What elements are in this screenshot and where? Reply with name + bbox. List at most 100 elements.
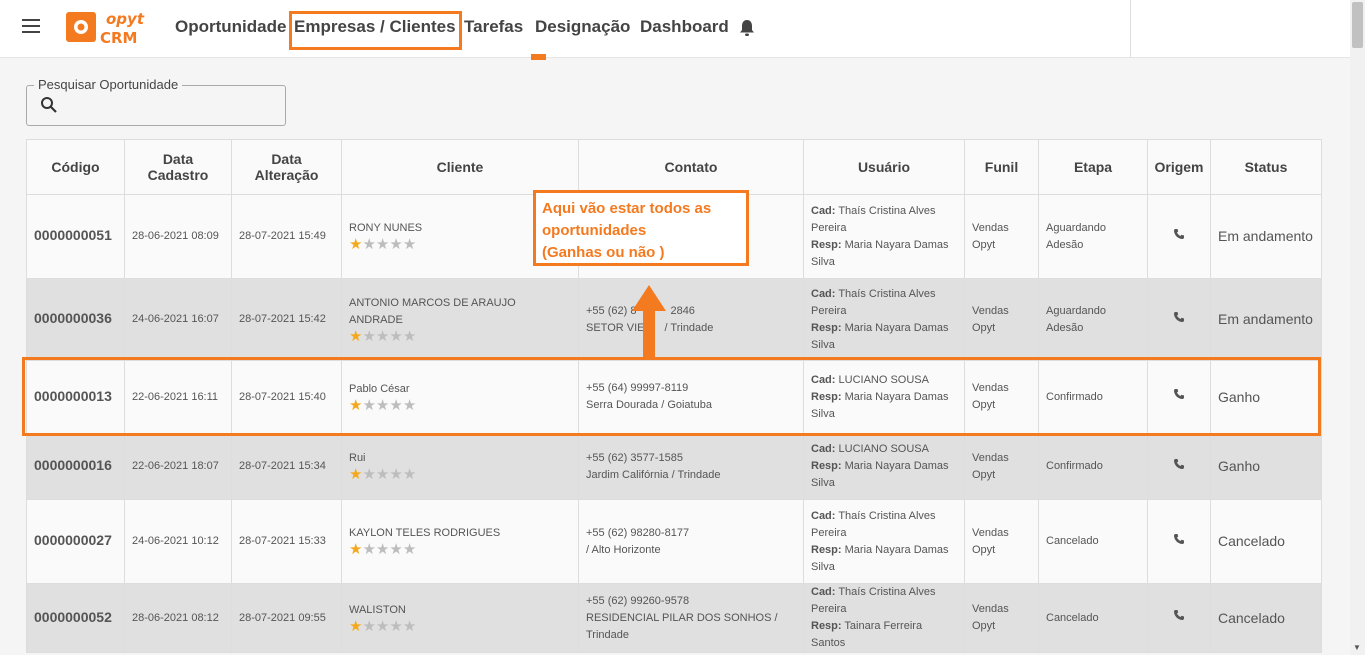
cell-funil: Vendas Opyt [964,499,1039,584]
table-row[interactable]: 0000000036 24-06-2021 16:07 28-07-2021 15:… [26,278,1322,361]
cell-origem [1147,583,1211,653]
nav-dashboard[interactable]: Dashboard [640,17,729,37]
contato-address-end: / Trindade [664,321,714,334]
opyt-crm-logo[interactable]: opyt CRM [66,10,150,46]
star-icon[interactable]: ★ [376,618,389,635]
star-icon[interactable]: ★ [376,466,389,483]
star-icon[interactable]: ★ [403,618,416,635]
contato-phone: +55 (62) 8 [586,304,637,317]
table-row[interactable]: 0000000016 22-06-2021 18:07 28-07-2021 15:… [26,433,1322,500]
cliente-name[interactable]: WALISTON [349,604,406,616]
status-badge: Em andamento [1218,311,1313,327]
header-cliente[interactable]: Cliente [341,139,579,195]
cell-contato: +55 (62) 99260-9578 RESIDENCIAL PILAR DOS… [578,583,804,653]
star-icon[interactable]: ★ [376,328,389,345]
header-data-cadastro[interactable]: Data Cadastro [124,139,232,195]
star-icon[interactable]: ★ [362,618,375,635]
star-icon[interactable]: ★ [376,541,389,558]
nav-oportunidade[interactable]: Oportunidade [175,17,286,37]
header-status[interactable]: Status [1210,139,1322,195]
rating-stars[interactable]: ★★★★★ [349,618,571,635]
star-icon[interactable]: ★ [362,328,375,345]
cell-usuario: Cad: LUCIANO SOUSA Resp: Maria Nayara Dam… [803,433,965,500]
codigo-value[interactable]: 0000000016 [34,457,112,473]
cell-status: Em andamento [1210,194,1322,279]
star-icon[interactable]: ★ [389,328,402,345]
cell-origem [1147,194,1211,279]
codigo-value[interactable]: 0000000036 [34,310,112,326]
cell-data-alteracao: 28-07-2021 15:33 [231,499,342,584]
cell-usuario: Cad: Thaís Cristina Alves Pereira Resp: M… [803,278,965,361]
header-origem[interactable]: Origem [1147,139,1211,195]
star-icon[interactable]: ★ [362,236,375,253]
scrollbar-thumb[interactable] [1352,2,1363,48]
codigo-value[interactable]: 0000000051 [34,227,112,243]
star-icon[interactable]: ★ [403,236,416,253]
header-contato[interactable]: Contato [578,139,804,195]
table-row[interactable]: 0000000027 24-06-2021 10:12 28-07-2021 15:… [26,499,1322,584]
star-icon[interactable]: ★ [376,236,389,253]
star-icon[interactable]: ★ [349,618,362,635]
header-codigo[interactable]: Código [26,139,125,195]
row-highlight-annotation [22,357,1321,436]
phone-icon [1174,228,1184,239]
cell-usuario: Cad: Thaís Cristina Alves Pereira Resp: M… [803,499,965,584]
star-icon[interactable]: ★ [389,466,402,483]
top-bar: opyt CRM Oportunidade Empresas / Cliente… [0,0,1350,58]
cell-cliente: KAYLON TELES RODRIGUES ★★★★★ [341,499,579,584]
star-icon[interactable]: ★ [403,328,416,345]
cliente-name[interactable]: RONY NUNES [349,222,422,234]
cliente-name[interactable]: ANTONIO MARCOS DE ARAUJO ANDRADE [349,297,516,326]
cad-label: Cad: [811,586,836,598]
cell-data-cadastro: 28-06-2021 08:09 [124,194,232,279]
vertical-scrollbar[interactable] [1350,0,1365,655]
header-funil[interactable]: Funil [964,139,1039,195]
cell-cliente: Rui ★★★★★ [341,433,579,500]
star-icon[interactable]: ★ [403,466,416,483]
nav-designacao[interactable]: Designação [535,17,630,37]
star-icon[interactable]: ★ [362,466,375,483]
star-icon[interactable]: ★ [389,618,402,635]
cell-codigo: 0000000051 [26,194,125,279]
cell-etapa: Aguardando Adesão [1038,278,1148,361]
phone-icon [1174,311,1184,322]
cliente-name[interactable]: Rui [349,452,366,464]
header-etapa[interactable]: Etapa [1038,139,1148,195]
cliente-name[interactable]: KAYLON TELES RODRIGUES [349,527,500,539]
codigo-value[interactable]: 0000000027 [34,532,112,548]
star-icon[interactable]: ★ [349,236,362,253]
resp-label: Resp: [811,321,842,334]
nav-highlight-annotation [289,11,462,50]
table-row[interactable]: 0000000052 28-06-2021 08:12 28-07-2021 09:… [26,583,1322,653]
cell-etapa: Cancelado [1038,499,1148,584]
star-icon[interactable]: ★ [349,466,362,483]
status-badge: Cancelado [1218,533,1285,549]
cell-contato: +55 (62) 8 2846 SETOR VIE / Trindade [578,278,804,361]
menu-icon[interactable] [22,19,40,33]
cell-funil: Vendas Opyt [964,194,1039,279]
resp-label: Resp: [811,543,842,556]
bell-icon[interactable] [737,18,757,38]
star-icon[interactable]: ★ [349,328,362,345]
scroll-down-arrow-icon[interactable]: ▼ [1353,643,1361,652]
rating-stars[interactable]: ★★★★★ [349,542,571,558]
cell-contato: +55 (62) 3577-1585 Jardim Califórnia / Tr… [578,433,804,500]
header-data-alteracao[interactable]: Data Alteração [231,139,342,195]
rating-stars[interactable]: ★★★★★ [349,328,571,345]
star-icon[interactable]: ★ [349,541,362,558]
phone-icon [1174,458,1184,469]
header-usuario[interactable]: Usuário [803,139,965,195]
star-icon[interactable]: ★ [389,541,402,558]
star-icon[interactable]: ★ [389,236,402,253]
table-header-row: Código Data Cadastro Data Alteração Clie… [26,139,1322,195]
rating-stars[interactable]: ★★★★★ [349,467,571,483]
star-icon[interactable]: ★ [362,541,375,558]
contato-phone: +55 (62) 99260-9578 [586,594,690,607]
cell-codigo: 0000000052 [26,583,125,653]
star-icon[interactable]: ★ [403,541,416,558]
nav-active-indicator [531,54,546,60]
nav-tarefas[interactable]: Tarefas [464,17,523,37]
resp-label: Resp: [811,620,842,632]
codigo-value[interactable]: 0000000052 [34,609,112,625]
cad-label: Cad: [811,287,836,300]
